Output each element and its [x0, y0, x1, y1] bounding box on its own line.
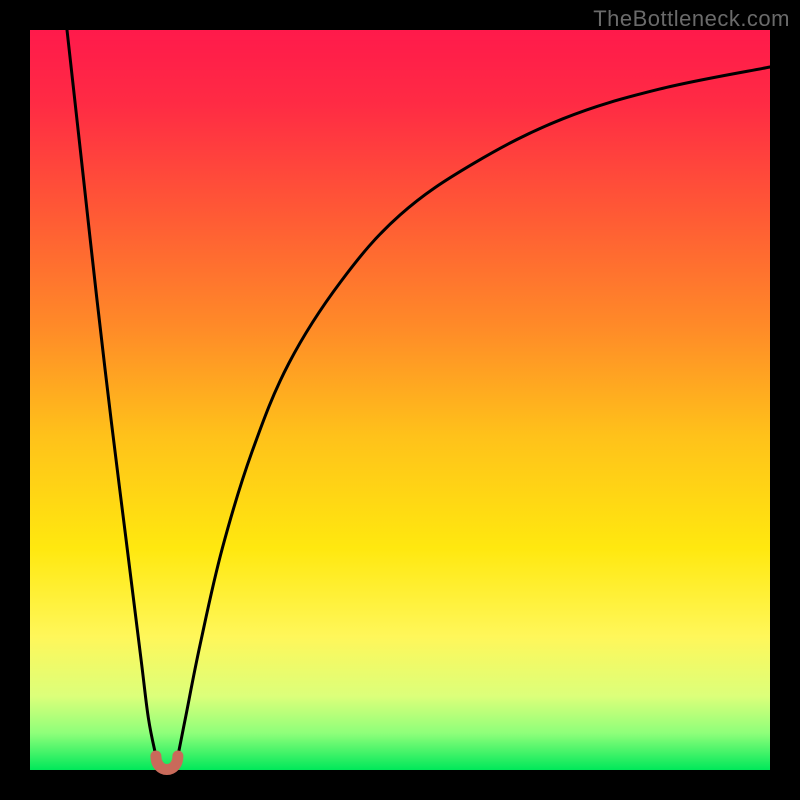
chart-frame: TheBottleneck.com: [0, 0, 800, 800]
watermark-text: TheBottleneck.com: [593, 6, 790, 32]
bottleneck-chart: [0, 0, 800, 800]
